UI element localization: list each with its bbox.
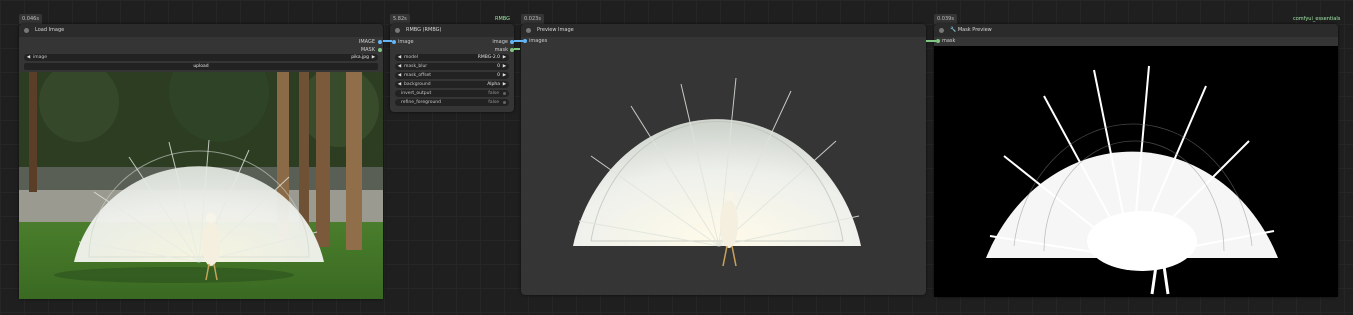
collapse-dot-icon[interactable] <box>939 28 944 33</box>
arrow-left-icon[interactable]: ◀ <box>397 72 402 79</box>
arrow-right-icon[interactable]: ▶ <box>502 63 507 70</box>
slot-label: image <box>398 39 414 45</box>
output-dot-icon[interactable] <box>378 48 382 52</box>
node-title: Preview Image <box>537 27 574 33</box>
collapse-dot-icon[interactable] <box>24 28 29 33</box>
input-slot-image[interactable]: image <box>392 38 448 46</box>
arrow-left-icon[interactable]: ◀ <box>397 81 402 88</box>
mask-link-wire[interactable] <box>926 40 936 42</box>
mask-preview-node[interactable]: 🔧 Mask Preview mask <box>934 24 1338 297</box>
widget-label: invert_output <box>401 91 432 96</box>
image-link-wire[interactable] <box>383 40 392 42</box>
invert-output-toggle[interactable]: invert_output false <box>395 90 509 97</box>
input-slot-mask[interactable]: mask <box>936 37 1002 45</box>
widget-value: 0 <box>497 73 500 78</box>
output-slot-image[interactable]: image <box>458 38 514 46</box>
slot-label: image <box>492 39 508 45</box>
widget-value: false <box>488 100 499 105</box>
widget-label: refine_foreground <box>401 100 442 105</box>
node-title-bar[interactable]: Preview Image <box>521 24 926 37</box>
slot-label: images <box>529 38 548 44</box>
slot-label: mask <box>942 38 956 44</box>
widget-label: model <box>404 55 419 60</box>
widget-label: mask_blur <box>404 64 428 69</box>
input-slot-images[interactable]: images <box>523 37 589 45</box>
arrow-left-icon[interactable]: ◀ <box>397 63 402 70</box>
slot-label: IMAGE <box>358 39 375 45</box>
widget-value: Alpha <box>487 82 500 87</box>
widget-label: background <box>404 82 431 87</box>
output-slot-mask[interactable]: mask <box>458 46 514 54</box>
mask-blur-widget[interactable]: ◀ mask_blur 0 ▶ <box>395 63 509 70</box>
node-source-badge: comfyui_essentials <box>1293 16 1341 22</box>
mask-offset-widget[interactable]: ◀ mask_offset 0 ▶ <box>395 72 509 79</box>
arrow-left-icon[interactable]: ◀ <box>26 54 31 61</box>
input-dot-icon[interactable] <box>392 40 396 44</box>
load-image-node[interactable]: Load Image IMAGE MASK ◀ image pika.jpg ▶… <box>19 24 383 299</box>
widget-value: pika.jpg <box>351 55 369 60</box>
arrow-right-icon[interactable]: ▶ <box>502 54 507 61</box>
toggle-knob-icon[interactable] <box>503 92 506 95</box>
output-slot-image[interactable]: IMAGE <box>295 38 382 46</box>
node-source-badge: RMBG <box>495 16 511 22</box>
widget-value: RMBG-2.0 <box>477 55 500 60</box>
widget-value: 0 <box>497 64 500 69</box>
node-title: 🔧 Mask Preview <box>950 27 992 33</box>
model-combo-widget[interactable]: ◀ model RMBG-2.0 ▶ <box>395 54 509 61</box>
image-combo-widget[interactable]: ◀ image pika.jpg ▶ <box>24 54 378 61</box>
mask-output-image <box>934 46 1338 297</box>
preview-output-image <box>573 77 861 267</box>
mask-link-wire[interactable] <box>514 48 520 50</box>
collapse-dot-icon[interactable] <box>395 28 400 33</box>
node-title-bar[interactable]: RMBG (RMBG) <box>390 24 514 37</box>
execution-time-badge: 0.046s <box>19 14 42 24</box>
input-dot-icon[interactable] <box>936 39 940 43</box>
widget-label: image <box>33 55 48 60</box>
output-dot-icon[interactable] <box>378 40 382 44</box>
node-title: Load Image <box>35 27 65 33</box>
widget-value: false <box>488 91 499 96</box>
node-canvas[interactable]: 0.046s Load Image IMAGE MASK ◀ image pik… <box>0 0 1353 315</box>
node-title: RMBG (RMBG) <box>406 27 442 33</box>
collapse-dot-icon[interactable] <box>526 28 531 33</box>
image-link-wire[interactable] <box>514 40 523 42</box>
node-title-bar[interactable]: 🔧 Mask Preview <box>934 24 1338 37</box>
upload-button[interactable]: upload <box>24 63 378 70</box>
execution-time-badge: 0.039s <box>934 14 957 24</box>
execution-time-badge: 0.023s <box>521 14 544 24</box>
arrow-right-icon[interactable]: ▶ <box>371 54 376 61</box>
arrow-right-icon[interactable]: ▶ <box>502 81 507 88</box>
output-slot-mask[interactable]: MASK <box>295 46 382 54</box>
arrow-left-icon[interactable]: ◀ <box>397 54 402 61</box>
arrow-right-icon[interactable]: ▶ <box>502 72 507 79</box>
refine-foreground-toggle[interactable]: refine_foreground false <box>395 99 509 106</box>
node-title-bar[interactable]: Load Image <box>19 24 383 37</box>
peacock-photo <box>19 72 383 299</box>
slot-label: MASK <box>360 47 375 53</box>
rmbg-node[interactable]: RMBG (RMBG) image image mask ◀ model RMB… <box>390 24 514 112</box>
background-combo-widget[interactable]: ◀ background Alpha ▶ <box>395 81 509 88</box>
input-dot-icon[interactable] <box>523 39 527 43</box>
preview-image-node[interactable]: Preview Image images <box>521 24 926 295</box>
slot-label: mask <box>494 47 508 53</box>
execution-time-badge: 5.82s <box>390 14 410 24</box>
widget-label: mask_offset <box>404 73 432 78</box>
toggle-knob-icon[interactable] <box>503 101 506 104</box>
